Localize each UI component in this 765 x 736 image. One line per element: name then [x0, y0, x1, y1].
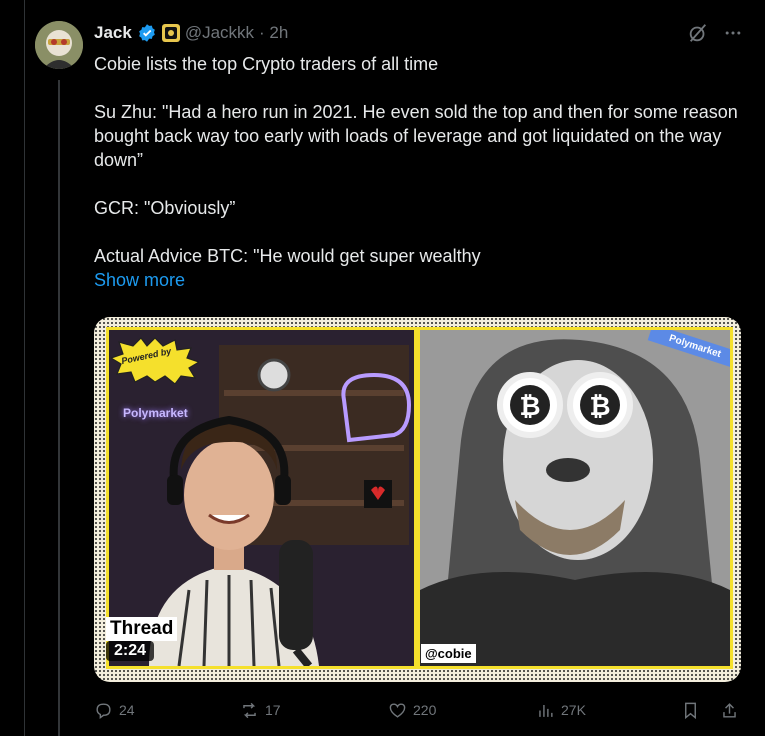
- polymarket-sign: Polymarket: [123, 406, 188, 420]
- repost-icon: [243, 702, 256, 718]
- svg-text:₿: ₿: [589, 392, 610, 422]
- tweet-paragraph: Cobie lists the top Crypto traders of al…: [94, 54, 439, 74]
- view-count: 27K: [561, 702, 586, 718]
- reply-count: 24: [119, 702, 135, 718]
- svg-text:₿: ₿: [519, 392, 540, 422]
- views-button[interactable]: 27K: [536, 701, 586, 720]
- verified-badge-icon[interactable]: [137, 23, 157, 43]
- cobie-tag: @cobie: [421, 644, 476, 663]
- avatar[interactable]: [35, 21, 83, 69]
- tweet-paragraph: Actual Advice BTC: "He would get super w…: [94, 246, 481, 266]
- tweet-text: Cobie lists the top Crypto traders of al…: [94, 52, 744, 292]
- powered-by-badge: Powered by: [109, 336, 201, 385]
- views-icon: [539, 704, 553, 717]
- grok-icon[interactable]: [687, 22, 709, 44]
- like-icon: [389, 702, 406, 718]
- like-count: 220: [413, 702, 437, 718]
- author-handle[interactable]: @Jackkk: [185, 23, 254, 43]
- cobie-illustration: ₿ ₿: [420, 330, 730, 666]
- author-name[interactable]: Jack: [94, 23, 132, 43]
- tweet-paragraph: Su Zhu: "Had a hero run in 2021. He even…: [94, 102, 743, 170]
- reply-icon: [96, 702, 111, 719]
- video-right-panel: ₿ ₿ Polymarket: [417, 327, 733, 669]
- timeline-border: [24, 0, 25, 736]
- thread-connector-line: [58, 80, 60, 736]
- bookmark-icon: [685, 702, 696, 719]
- tweet-actions: 24 17 220 27K: [94, 698, 744, 722]
- reply-button[interactable]: 24: [94, 701, 135, 720]
- affiliate-badge-icon[interactable]: [161, 24, 180, 42]
- video-duration: 2:24: [106, 641, 155, 661]
- tweet-paragraph: GCR: "Obviously”: [94, 198, 236, 218]
- repost-button[interactable]: 17: [240, 701, 281, 720]
- like-button[interactable]: 220: [388, 701, 436, 720]
- share-button[interactable]: [720, 701, 739, 720]
- show-more-link[interactable]: Show more: [94, 268, 744, 292]
- video-media[interactable]: Powered by Polymarket ₿ ₿ Polymarket Thr…: [94, 317, 741, 682]
- more-icon[interactable]: [723, 23, 743, 43]
- share-icon: [723, 702, 736, 718]
- tweet-time[interactable]: · 2h: [259, 23, 288, 43]
- bookmark-button[interactable]: [681, 701, 700, 720]
- repost-count: 17: [265, 702, 281, 718]
- thread-label: Thread: [106, 617, 178, 641]
- tweet-top-actions: [687, 22, 743, 44]
- tweet-header: Jack @Jackkk · 2h: [94, 21, 288, 45]
